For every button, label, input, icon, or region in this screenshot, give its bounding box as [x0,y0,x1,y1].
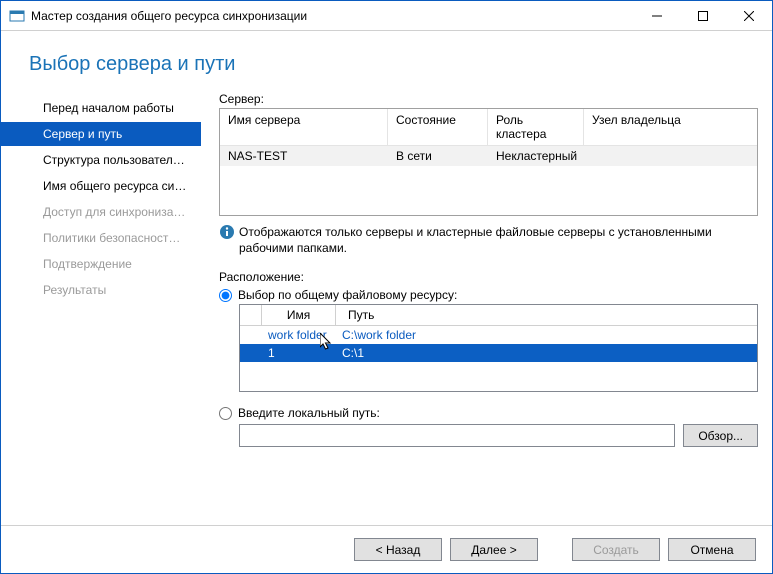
sidebar-item-sync-access: Доступ для синхрониза… [1,200,201,224]
titlebar: Мастер создания общего ресурса синхрониз… [1,1,772,31]
share-table: Имя Путь work folder C:\work folder 1 C:… [239,304,758,392]
wizard-body: Выбор сервера и пути Перед началом работ… [1,31,772,573]
sidebar-item-before-start[interactable]: Перед началом работы [1,96,201,120]
location-label: Расположение: [219,270,758,284]
col-owner-node[interactable]: Узел владельца [584,109,757,145]
radio-local-path-label: Введите локальный путь: [238,406,380,420]
share-table-header: Имя Путь [240,305,757,326]
close-button[interactable] [726,1,772,30]
sidebar-item-security-policies: Политики безопасност… [1,226,201,250]
col-state[interactable]: Состояние [388,109,488,145]
radio-by-share-label: Выбор по общему файловому ресурсу: [238,288,457,302]
page-title: Выбор сервера и пути [1,31,772,92]
wizard-steps-sidebar: Перед началом работы Сервер и путь Струк… [1,92,201,525]
server-state-cell: В сети [388,146,488,166]
wizard-window: Мастер создания общего ресурса синхрониз… [0,0,773,574]
share-col-name[interactable]: Имя [262,305,336,325]
sidebar-item-results: Результаты [1,278,201,302]
share-row-name: 1 [262,344,336,362]
maximize-button[interactable] [680,1,726,30]
sidebar-item-user-structure[interactable]: Структура пользовател… [1,148,201,172]
server-row[interactable]: NAS-TEST В сети Некластерный [220,146,757,166]
info-row: Отображаются только серверы и кластерные… [219,224,758,256]
local-path-row: Обзор... [239,424,758,447]
radio-by-share[interactable] [219,289,232,302]
app-icon [9,8,25,24]
share-row[interactable]: work folder C:\work folder [240,326,757,344]
info-icon [219,224,235,240]
window-title: Мастер создания общего ресурса синхрониз… [31,9,634,23]
share-row-check [240,326,262,344]
window-controls [634,1,772,30]
content-area: Перед началом работы Сервер и путь Струк… [1,92,772,525]
share-row-selected[interactable]: 1 C:\1 [240,344,757,362]
server-label: Сервер: [219,92,758,106]
share-col-path[interactable]: Путь [336,305,757,325]
col-server-name[interactable]: Имя сервера [220,109,388,145]
info-text: Отображаются только серверы и кластерные… [239,224,758,256]
sidebar-item-confirmation: Подтверждение [1,252,201,276]
create-button: Создать [572,538,660,561]
share-row-path: C:\work folder [336,326,422,344]
server-name-cell: NAS-TEST [220,146,388,166]
browse-button[interactable]: Обзор... [683,424,758,447]
sidebar-item-server-path[interactable]: Сервер и путь [1,122,201,146]
server-table-header: Имя сервера Состояние Роль кластера Узел… [220,109,757,146]
minimize-button[interactable] [634,1,680,30]
server-owner-cell [584,146,757,166]
cancel-button[interactable]: Отмена [668,538,756,561]
radio-local-path[interactable] [219,407,232,420]
server-role-cell: Некластерный [488,146,584,166]
share-col-check [240,305,262,325]
main-panel: Сервер: Имя сервера Состояние Роль класт… [201,92,758,525]
wizard-footer: < Назад Далее > Создать Отмена [1,525,772,573]
sidebar-item-share-name[interactable]: Имя общего ресурса си… [1,174,201,198]
back-button[interactable]: < Назад [354,538,442,561]
share-row-check [240,344,262,362]
radio-share-row[interactable]: Выбор по общему файловому ресурсу: [219,288,758,302]
radio-local-row[interactable]: Введите локальный путь: [219,406,758,420]
share-row-name: work folder [262,326,336,344]
local-path-input[interactable] [239,424,675,447]
col-cluster-role[interactable]: Роль кластера [488,109,584,145]
next-button[interactable]: Далее > [450,538,538,561]
location-section: Расположение: Выбор по общему файловому … [219,270,758,447]
share-row-path: C:\1 [336,344,370,362]
server-table: Имя сервера Состояние Роль кластера Узел… [219,108,758,216]
